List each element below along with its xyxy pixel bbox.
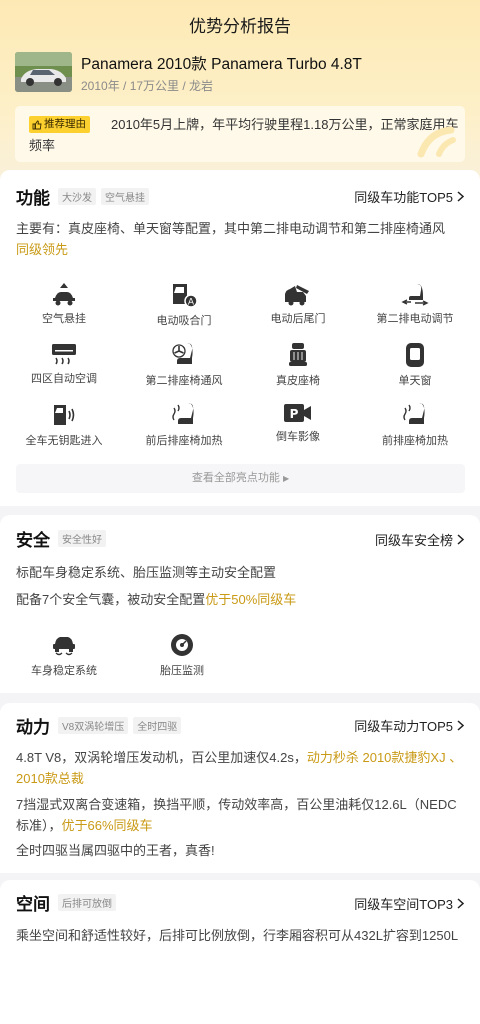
keyless-entry-icon <box>54 405 75 425</box>
safety-rank-link-label: 同级车安全榜 <box>374 533 453 548</box>
feature-label: 车身稳定系统 <box>31 665 97 677</box>
feature-label: 空气悬挂 <box>42 313 86 325</box>
air-suspension-icon <box>53 283 75 306</box>
front-seat-heating-icon <box>403 403 425 424</box>
feature-sunroof[interactable]: 单天窗 <box>355 342 475 388</box>
function-top5-link[interactable]: 同级车功能TOP5 <box>354 187 464 206</box>
svg-text:P: P <box>290 407 299 421</box>
decoration-icon <box>417 126 456 158</box>
feature-label: 真皮座椅 <box>276 375 320 387</box>
reverse-camera-icon: P <box>284 404 311 422</box>
power-tag: 全时四驱 <box>133 716 182 734</box>
feature-label: 第二排座椅通风 <box>145 375 223 387</box>
chevron-right-icon <box>457 534 464 545</box>
space-title: 空间 <box>16 894 50 914</box>
space-desc: 乘坐空间和舒适性较好，后排可比例放倒，行李厢容积可从432L扩容到1250L <box>16 928 459 943</box>
view-all-features-button[interactable]: 查看全部亮点功能 ▶ <box>16 464 465 493</box>
feature-air-suspension[interactable]: 空气悬挂 <box>4 282 124 326</box>
feature-stability-control[interactable]: 车身稳定系统 <box>4 632 124 678</box>
car-thumbnail[interactable] <box>15 52 72 92</box>
seat-adjust-icon <box>401 284 429 306</box>
feature-label: 前后排座椅加热 <box>145 435 223 447</box>
feature-label: 第二排电动调节 <box>376 313 454 325</box>
space-card: 空间 后排可放倒 同级车空间TOP3 乘坐空间和舒适性较好，后排可比例放倒，行李… <box>0 880 480 1024</box>
space-top3-link-label: 同级车空间TOP3 <box>354 897 453 912</box>
power-card: 动力 V8双涡轮增压 全时四驱 同级车动力TOP5 4.8T V8，双涡轮增压发… <box>0 703 480 873</box>
feature-label: 电动后尾门 <box>270 313 326 325</box>
power-tag: V8双涡轮增压 <box>58 716 129 734</box>
power-para-2: 7挡湿式双离合变速箱，换挡平顺，传动效率高，百公里油耗仅12.6L（NEDC标准… <box>16 797 457 833</box>
feature-keyless-entry[interactable]: 全车无钥匙进入 <box>4 402 124 448</box>
power-para-1: 4.8T V8，双涡轮增压发动机，百公里加速仅4.2s，动力秒杀 2010款捷豹… <box>16 750 463 786</box>
car-name: Panamera 2010款 Panamera Turbo 4.8T <box>81 56 362 73</box>
seat-heating-icon <box>172 403 194 424</box>
recommend-reason-tag-label: 推荐理由 <box>44 118 86 130</box>
power-para-2-highlight: 优于66%同级车 <box>61 818 153 833</box>
safety-tag: 安全性好 <box>58 529 106 547</box>
feature-label: 前排座椅加热 <box>382 435 448 447</box>
feature-seat-ventilation[interactable]: 第二排座椅通风 <box>124 342 244 388</box>
function-card: 功能 大沙发 空气悬挂 同级车功能TOP5 主要有：真皮座椅、单天窗等配置，其中… <box>0 170 480 506</box>
function-tag: 大沙发 <box>58 187 96 205</box>
safety-line2: 配备7个安全气囊，被动安全配置优于50%同级车 <box>16 592 297 607</box>
power-top5-link[interactable]: 同级车动力TOP5 <box>354 716 464 735</box>
function-title: 功能 <box>16 188 50 208</box>
space-top3-link[interactable]: 同级车空间TOP3 <box>354 894 464 913</box>
feature-second-row-adjust[interactable]: 第二排电动调节 <box>355 282 475 326</box>
chevron-right-icon <box>457 191 464 202</box>
feature-label: 电动吸合门 <box>156 315 212 327</box>
feature-reverse-camera[interactable]: P 倒车影像 <box>238 402 358 444</box>
seat-ventilation-icon <box>172 343 193 364</box>
feature-label: 四区自动空调 <box>31 373 97 385</box>
leather-seat-icon <box>289 343 307 366</box>
recommend-reason-tag: 推荐理由 <box>29 116 90 133</box>
feature-label: 全车无钥匙进入 <box>25 435 103 447</box>
svg-text:A: A <box>188 298 195 308</box>
function-top5-link-label: 同级车功能TOP5 <box>354 190 453 205</box>
feature-label: 单天窗 <box>398 375 432 387</box>
tire-pressure-icon <box>171 634 193 656</box>
page-title: 优势分析报告 <box>189 17 291 36</box>
soft-close-door-icon: A <box>173 284 198 308</box>
view-all-features-label: 查看全部亮点功能 <box>191 472 280 484</box>
climate-control-icon <box>52 344 76 365</box>
power-title: 动力 <box>16 717 50 737</box>
feature-seat-heating[interactable]: 前后排座椅加热 <box>124 402 244 448</box>
car-meta: 2010年 / 17万公里 / 龙岩 <box>81 79 214 93</box>
chevron-right-icon <box>457 720 464 731</box>
feature-tire-pressure[interactable]: 胎压监测 <box>122 632 242 678</box>
space-tag: 后排可放倒 <box>58 893 116 911</box>
thumbs-up-icon <box>32 120 42 129</box>
chevron-right-icon <box>457 898 464 909</box>
power-tailgate-icon <box>285 285 309 306</box>
function-desc-highlight: 同级领先 <box>16 242 69 257</box>
feature-climate-control[interactable]: 四区自动空调 <box>4 342 124 386</box>
safety-card: 安全 安全性好 同级车安全榜 标配车身稳定系统、胎压监测等主动安全配置 配备7个… <box>0 515 480 693</box>
safety-rank-link[interactable]: 同级车安全榜 <box>375 530 464 549</box>
feature-power-tailgate[interactable]: 电动后尾门 <box>238 282 358 326</box>
recommend-reason-text: 2010年5月上牌，年平均行驶里程1.18万公里，正常家庭用车频率 <box>29 117 459 153</box>
caret-right-icon: ▶ <box>282 474 290 483</box>
feature-label: 倒车影像 <box>276 431 320 443</box>
stability-control-icon <box>53 637 75 656</box>
power-para-3: 全时四驱当属四驱中的王者，真香! <box>16 843 215 858</box>
safety-line2-highlight: 优于50%同级车 <box>205 592 297 607</box>
feature-label: 胎压监测 <box>160 665 204 677</box>
power-top5-link-label: 同级车动力TOP5 <box>354 719 453 734</box>
recommend-reason-box: 2010年5月上牌，年平均行驶里程1.18万公里，正常家庭用车频率 推荐理由 <box>15 106 465 162</box>
safety-line1: 标配车身稳定系统、胎压监测等主动安全配置 <box>16 565 277 580</box>
feature-leather-seat[interactable]: 真皮座椅 <box>238 342 358 388</box>
feature-front-seat-heating[interactable]: 前排座椅加热 <box>355 402 475 448</box>
safety-title: 安全 <box>16 530 50 550</box>
function-desc: 主要有：真皮座椅、单天窗等配置，其中第二排电动调节和第二排座椅通风 同级领先 <box>16 221 446 257</box>
function-tag: 空气悬挂 <box>101 187 149 205</box>
sunroof-icon <box>406 343 424 367</box>
feature-soft-close-door[interactable]: A 电动吸合门 <box>124 282 244 328</box>
